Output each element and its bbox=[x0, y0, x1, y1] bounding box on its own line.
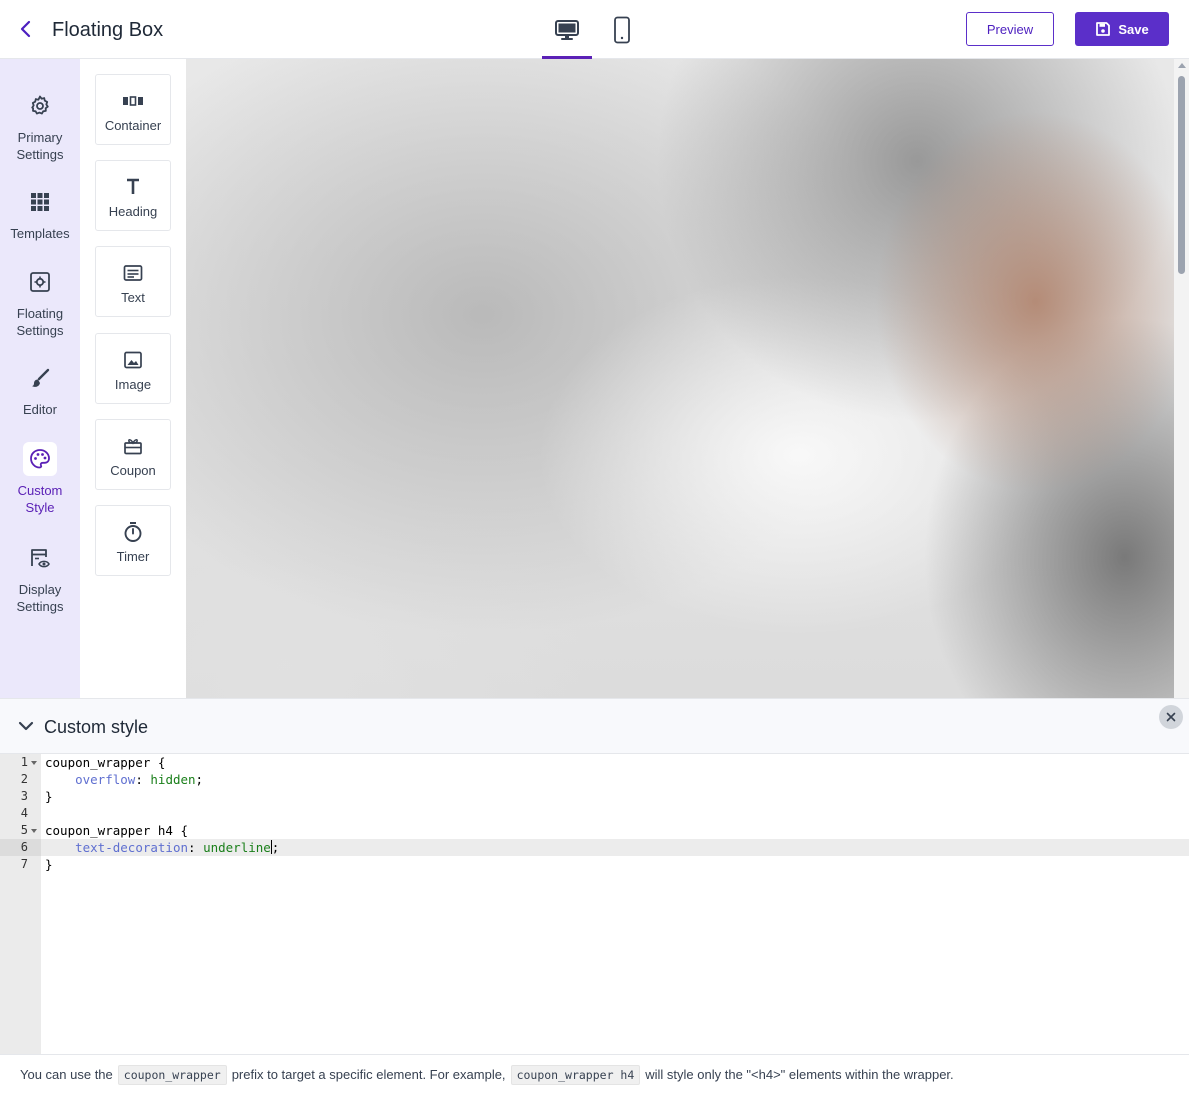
gutter-line: 7 bbox=[0, 856, 41, 873]
sidebar-item-custom-style[interactable]: Custom Style bbox=[0, 442, 80, 516]
custom-style-header: Custom style bbox=[0, 699, 1189, 754]
code-line-active: text-decoration: underline; bbox=[41, 839, 1189, 856]
palette-icon bbox=[23, 442, 57, 476]
note-code: coupon_wrapper bbox=[117, 1064, 227, 1085]
code-line: coupon_wrapper { bbox=[45, 755, 166, 770]
text-icon bbox=[121, 261, 145, 285]
note-text: will style only the "<h4>" elements with… bbox=[645, 1067, 954, 1082]
sidebar-item-editor[interactable]: Editor bbox=[0, 361, 80, 418]
sidebar-item-label: Editor bbox=[23, 402, 57, 417]
mobile-icon bbox=[614, 16, 630, 43]
back-arrow-icon[interactable] bbox=[14, 17, 38, 41]
gutter-line: 4 bbox=[0, 805, 41, 822]
code-line: overflow: hidden; bbox=[75, 772, 204, 787]
sidebar-item-label: Primary Settings bbox=[16, 130, 64, 162]
element-text[interactable]: Text bbox=[95, 246, 171, 317]
scroll-up-arrow-icon[interactable] bbox=[1178, 63, 1186, 68]
element-heading[interactable]: Heading bbox=[95, 160, 171, 231]
element-label: Text bbox=[121, 290, 145, 305]
columns-icon bbox=[121, 89, 145, 113]
gutter-line: 1 bbox=[0, 754, 41, 771]
css-code-editor[interactable]: 1 2 3 4 5 6 7 coupon_wrapper { overflow:… bbox=[0, 754, 1189, 1054]
element-label: Image bbox=[114, 377, 152, 392]
fold-arrow-icon[interactable] bbox=[31, 829, 37, 833]
brush-icon bbox=[23, 361, 57, 395]
sidebar-item-primary-settings[interactable]: Primary Settings bbox=[0, 89, 80, 163]
preview-button[interactable]: Preview bbox=[966, 12, 1054, 46]
heading-icon bbox=[121, 175, 145, 199]
note-text: prefix to target a specific element. For… bbox=[231, 1067, 506, 1082]
fold-arrow-icon[interactable] bbox=[31, 761, 37, 765]
custom-style-panel: Custom style 1 2 3 4 5 6 7 coupon_wrappe… bbox=[0, 698, 1189, 1093]
element-label: Heading bbox=[108, 204, 158, 219]
css-property: text-decoration bbox=[75, 840, 188, 855]
save-label: Save bbox=[1118, 21, 1149, 37]
close-icon[interactable] bbox=[1159, 705, 1183, 729]
css-value: underline bbox=[203, 840, 271, 855]
element-coupon[interactable]: Coupon bbox=[95, 419, 171, 490]
element-label: Container bbox=[104, 118, 162, 133]
text-cursor bbox=[270, 840, 272, 854]
line-number: 2 bbox=[20, 772, 28, 786]
element-label: Coupon bbox=[110, 463, 156, 478]
element-timer[interactable]: Timer bbox=[95, 505, 171, 576]
css-property: overflow bbox=[75, 772, 136, 787]
line-number-gutter: 1 2 3 4 5 6 7 bbox=[0, 754, 41, 1054]
code-line: coupon_wrapper h4 { bbox=[45, 823, 188, 838]
line-number: 4 bbox=[20, 806, 28, 820]
gear-icon bbox=[23, 89, 57, 123]
line-number: 7 bbox=[20, 857, 28, 871]
sidebar-item-label: Templates bbox=[10, 226, 70, 241]
element-image[interactable]: Image bbox=[95, 333, 171, 404]
mobile-view-button[interactable] bbox=[597, 0, 647, 59]
code-line: } bbox=[45, 789, 53, 804]
save-button[interactable]: Save bbox=[1075, 12, 1169, 46]
stopwatch-icon bbox=[121, 520, 145, 544]
display-eye-icon bbox=[23, 541, 57, 575]
scroll-thumb[interactable] bbox=[1178, 76, 1185, 274]
sidebar-item-label: Custom Style bbox=[17, 483, 63, 515]
image-icon bbox=[121, 348, 145, 372]
sidebar-item-templates[interactable]: Templates bbox=[0, 185, 80, 242]
element-container[interactable]: Container bbox=[95, 74, 171, 145]
top-header: Floating Box Preview Save bbox=[0, 0, 1189, 59]
help-note: You can use the coupon_wrapper prefix to… bbox=[0, 1054, 1189, 1093]
canvas-scrollbar[interactable] bbox=[1174, 59, 1189, 698]
gutter-line: 2 bbox=[0, 771, 41, 788]
element-label: Timer bbox=[116, 549, 150, 564]
sidebar-item-floating-settings[interactable]: Floating Settings bbox=[0, 265, 80, 339]
css-value: hidden bbox=[150, 772, 196, 787]
grid-icon bbox=[23, 185, 57, 219]
gift-icon bbox=[121, 434, 145, 458]
sidebar-item-display-settings[interactable]: Display Settings bbox=[0, 541, 80, 615]
desktop-view-button[interactable] bbox=[542, 0, 592, 59]
chevron-down-icon[interactable] bbox=[16, 716, 36, 736]
settings-box-icon bbox=[23, 265, 57, 299]
line-number: 5 bbox=[20, 823, 28, 837]
gutter-line: 3 bbox=[0, 788, 41, 805]
page-title: Floating Box bbox=[52, 19, 164, 41]
custom-style-title: Custom style bbox=[44, 717, 149, 737]
floppy-disk-icon bbox=[1096, 22, 1111, 36]
note-text: You can use the bbox=[20, 1067, 113, 1082]
gutter-line: 5 bbox=[0, 822, 41, 839]
left-sidebar: Primary Settings Templates Floating Sett… bbox=[0, 59, 80, 698]
sidebar-item-label: Floating Settings bbox=[16, 306, 64, 338]
note-code: coupon_wrapper h4 bbox=[510, 1064, 641, 1085]
line-number: 3 bbox=[20, 789, 28, 803]
elements-panel: Container Heading Text Image Coupon Time… bbox=[80, 59, 186, 698]
line-number: 6 bbox=[20, 840, 28, 854]
line-number: 1 bbox=[20, 755, 28, 769]
gutter-line-active: 6 bbox=[0, 839, 41, 856]
sidebar-item-label: Display Settings bbox=[16, 582, 64, 614]
preview-canvas[interactable] bbox=[186, 59, 1174, 698]
code-line: } bbox=[45, 857, 53, 872]
desktop-icon bbox=[555, 19, 579, 40]
